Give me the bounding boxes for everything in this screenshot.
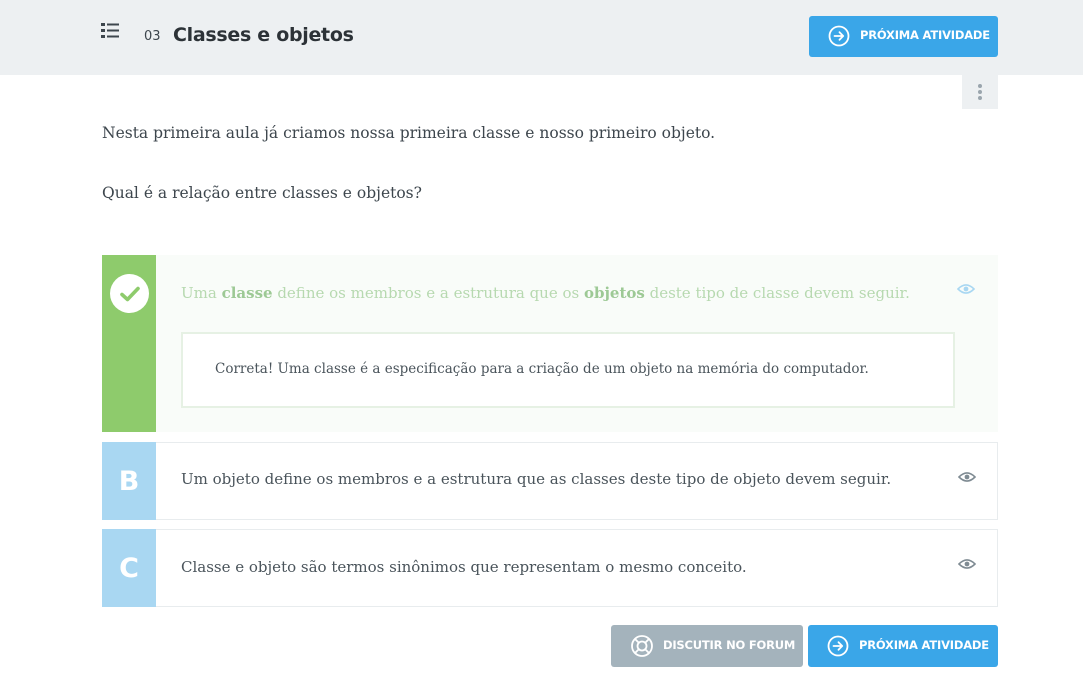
arrow-right-circle-icon — [827, 635, 849, 657]
option-a-status — [102, 255, 156, 432]
lifebuoy-icon — [631, 635, 653, 657]
feedback-text: Correta! Uma classe é a especificação pa… — [215, 361, 869, 377]
lesson-intro-text: Nesta primeira aula já criamos nossa pri… — [102, 124, 716, 142]
option-a-text: Uma classe define os membros e a estrutu… — [181, 284, 910, 302]
page-title: Classes e objetos — [173, 24, 354, 46]
eye-icon[interactable] — [958, 471, 976, 483]
check-icon — [110, 274, 149, 313]
next-activity-button-top[interactable]: PRÓXIMA ATIVIDADE — [809, 16, 998, 57]
option-b-text: Um objeto define os membros e a estrutur… — [181, 470, 892, 488]
option-letter: C — [102, 529, 156, 607]
next-activity-label: PRÓXIMA ATIVIDADE — [859, 638, 989, 652]
answer-option-a[interactable]: Uma classe define os membros e a estrutu… — [102, 255, 998, 432]
answer-option-c[interactable]: C Classe e objeto são termos sinônimos q… — [102, 529, 998, 607]
arrow-right-circle-icon — [828, 25, 850, 47]
next-activity-label: PRÓXIMA ATIVIDADE — [860, 28, 990, 42]
list-icon[interactable] — [101, 22, 121, 40]
more-options-button[interactable] — [962, 75, 998, 109]
top-bar: 03 Classes e objetos PRÓXIMA ATIVIDADE — [0, 0, 1083, 75]
lesson-number: 03 — [144, 29, 161, 44]
eye-icon[interactable] — [958, 558, 976, 570]
answer-option-b[interactable]: B Um objeto define os membros e a estrut… — [102, 442, 998, 520]
option-letter: B — [102, 442, 156, 520]
question-text: Qual é a relação entre classes e objetos… — [102, 184, 422, 202]
answer-feedback: Correta! Uma classe é a especificação pa… — [181, 332, 955, 408]
discuss-forum-button[interactable]: DISCUTIR NO FORUM — [611, 625, 803, 667]
discuss-forum-label: DISCUTIR NO FORUM — [663, 638, 796, 652]
option-c-text: Classe e objeto são termos sinônimos que… — [181, 558, 747, 576]
kebab-menu-icon — [978, 84, 982, 88]
eye-icon[interactable] — [957, 283, 975, 295]
next-activity-button-bottom[interactable]: PRÓXIMA ATIVIDADE — [808, 625, 998, 667]
